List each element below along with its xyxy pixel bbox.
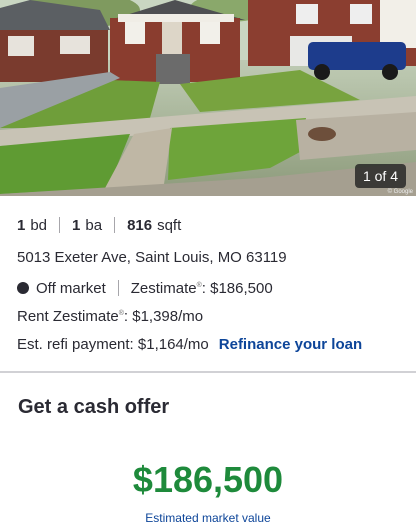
beds: 1 bd bbox=[17, 217, 47, 234]
street-view-illustration bbox=[0, 0, 416, 196]
baths-value: 1 bbox=[72, 216, 81, 234]
beds-value: 1 bbox=[17, 216, 26, 234]
status-row: Off market Zestimate®: $186,500 bbox=[17, 279, 399, 297]
property-facts: 1 bd 1 ba 816 sqft 5013 Exeter Ave, Sain… bbox=[0, 196, 416, 354]
cash-offer-section: Get a cash offer $186,500 Estimated mark… bbox=[0, 372, 416, 525]
status-text: Off market bbox=[36, 279, 106, 297]
property-photo[interactable]: 1 of 4 © Google bbox=[0, 0, 416, 196]
cash-offer-title: Get a cash offer bbox=[18, 396, 170, 418]
refi-payment: Est. refi payment: $1,164/mo bbox=[17, 336, 209, 353]
baths-unit: ba bbox=[85, 216, 103, 234]
beds-unit: bd bbox=[30, 216, 48, 234]
photo-counter-badge: 1 of 4 bbox=[354, 164, 406, 188]
beds-baths-sqft: 1 bd 1 ba 816 sqft bbox=[17, 216, 399, 234]
divider bbox=[114, 217, 116, 233]
offer-amount: $186,500 bbox=[132, 459, 284, 500]
refinance-link[interactable]: Refinance your loan bbox=[219, 336, 362, 354]
sqft-value: 816 bbox=[127, 216, 153, 234]
zestimate-value: : $186,500 bbox=[201, 279, 273, 297]
sqft-unit: sqft bbox=[157, 216, 182, 234]
divider bbox=[59, 217, 61, 233]
divider bbox=[117, 280, 119, 296]
sqft: 816 sqft bbox=[127, 217, 181, 234]
estimated-value-link[interactable]: Estimated market value bbox=[0, 511, 416, 525]
zestimate[interactable]: Zestimate®: $186,500 bbox=[131, 280, 273, 297]
zestimate-label: Zestimate bbox=[130, 279, 197, 297]
rent-zestimate[interactable]: Rent Zestimate®: $1,398/mo bbox=[17, 308, 399, 326]
refi-row: Est. refi payment: $1,164/mo Refinance y… bbox=[17, 336, 399, 354]
status-dot-icon bbox=[17, 282, 29, 294]
photo-watermark: © Google bbox=[387, 189, 413, 195]
rent-value: : $1,398/mo bbox=[123, 308, 204, 325]
rent-label: Rent Zestimate bbox=[17, 308, 119, 325]
property-address: 5013 Exeter Ave, Saint Louis, MO 63119 bbox=[17, 249, 287, 266]
baths: 1 ba bbox=[72, 217, 102, 234]
